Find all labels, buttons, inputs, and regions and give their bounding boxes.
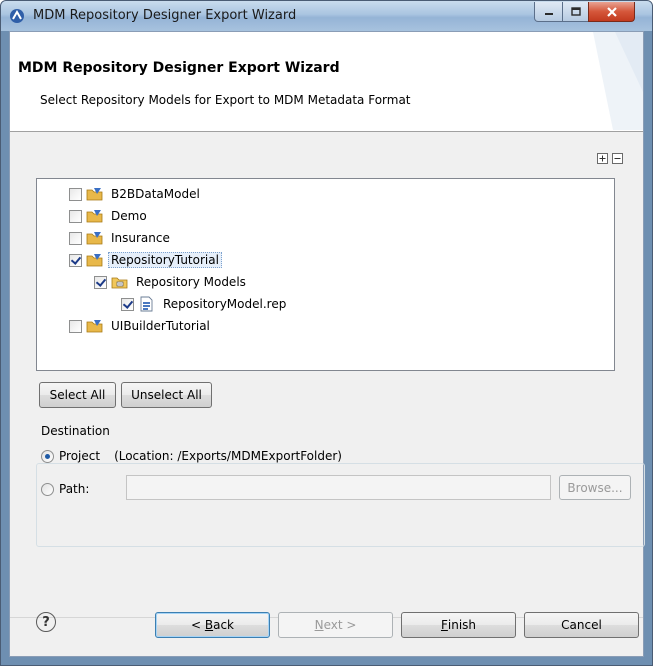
project-location: (Location: /Exports/MDMExportFolder) bbox=[114, 449, 342, 463]
tree-checkbox[interactable] bbox=[69, 209, 82, 223]
path-option[interactable]: Path: bbox=[41, 482, 89, 496]
next-button[interactable]: Next > bbox=[278, 612, 393, 638]
models-folder-icon bbox=[111, 277, 128, 289]
wizard-body: MDM Repository Designer Export Wizard Se… bbox=[9, 31, 645, 657]
tree-item-label: Repository Models bbox=[136, 275, 246, 289]
tree-item-demo[interactable]: Demo bbox=[69, 205, 150, 227]
back-rest: ack bbox=[213, 618, 234, 632]
project-radio[interactable] bbox=[41, 449, 54, 463]
tree-checkbox[interactable] bbox=[94, 275, 107, 289]
select-all-button[interactable]: Select All bbox=[39, 382, 116, 408]
wizard-banner: MDM Repository Designer Export Wizard Se… bbox=[10, 32, 643, 132]
back-button[interactable]: < Back bbox=[155, 612, 270, 638]
tree-item-repositorytutorial[interactable]: RepositoryTutorial bbox=[69, 249, 222, 271]
tree-checkbox[interactable] bbox=[69, 187, 82, 201]
tree-item-label: UIBuilderTutorial bbox=[111, 319, 210, 333]
help-button[interactable]: ? bbox=[36, 612, 56, 632]
minimize-icon bbox=[544, 12, 553, 15]
project-option[interactable]: Project (Location: /Exports/MDMExportFol… bbox=[41, 449, 342, 463]
project-radio-label: Project bbox=[59, 449, 101, 463]
wizard-window: MDM Repository Designer Export Wizard MD… bbox=[0, 0, 653, 666]
project-folder-icon bbox=[86, 188, 103, 201]
destination-label: Destination bbox=[38, 424, 113, 438]
tree-item-label: Demo bbox=[111, 209, 147, 223]
tree-item-repositorymodel-rep[interactable]: RepositoryModel.rep bbox=[121, 293, 289, 315]
project-folder-icon bbox=[86, 320, 103, 333]
tree-item-uibuildertutorial[interactable]: UIBuilderTutorial bbox=[69, 315, 213, 337]
tree-item-b2bdatamodel[interactable]: B2BDataModel bbox=[69, 183, 203, 205]
tree-item-label: B2BDataModel bbox=[111, 187, 200, 201]
tree-item-label: RepositoryTutorial bbox=[108, 252, 222, 268]
model-tree[interactable]: B2BDataModel Demo Insurance RepositoryTu… bbox=[36, 178, 615, 371]
minimize-button[interactable] bbox=[534, 2, 563, 22]
app-icon bbox=[10, 9, 24, 23]
banner-decoration-icon bbox=[593, 32, 643, 130]
expand-all-button[interactable] bbox=[597, 153, 608, 164]
tree-checkbox[interactable] bbox=[69, 231, 82, 245]
finish-mnemonic: F bbox=[440, 618, 448, 632]
path-radio[interactable] bbox=[41, 482, 54, 496]
tree-item-insurance[interactable]: Insurance bbox=[69, 227, 173, 249]
close-icon bbox=[606, 6, 617, 17]
tree-checkbox[interactable] bbox=[69, 319, 82, 333]
tree-item-repository-models[interactable]: Repository Models bbox=[94, 271, 249, 293]
maximize-button[interactable] bbox=[562, 2, 589, 22]
window-title: MDM Repository Designer Export Wizard bbox=[33, 8, 297, 23]
unselect-all-button[interactable]: Unselect All bbox=[121, 382, 212, 408]
cancel-button[interactable]: Cancel bbox=[524, 612, 639, 638]
repository-file-icon bbox=[140, 296, 153, 312]
next-mnemonic: N bbox=[314, 618, 324, 632]
maximize-icon bbox=[570, 7, 581, 16]
collapse-all-button[interactable] bbox=[612, 153, 623, 164]
path-input[interactable] bbox=[126, 475, 551, 500]
path-radio-label: Path: bbox=[59, 482, 90, 496]
plus-icon bbox=[599, 155, 606, 162]
tree-checkbox[interactable] bbox=[69, 253, 82, 267]
project-folder-icon bbox=[86, 210, 103, 223]
project-folder-icon bbox=[86, 232, 103, 245]
wizard-title: MDM Repository Designer Export Wizard bbox=[18, 60, 340, 76]
tree-item-label: Insurance bbox=[111, 231, 170, 245]
back-prefix: < bbox=[190, 618, 205, 632]
finish-button[interactable]: Finish bbox=[401, 612, 516, 638]
next-rest: ext > bbox=[323, 618, 357, 632]
wizard-description: Select Repository Models for Export to M… bbox=[40, 93, 411, 107]
tree-expand-controls bbox=[597, 153, 623, 164]
project-folder-icon bbox=[86, 254, 103, 267]
tree-item-label: RepositoryModel.rep bbox=[163, 297, 287, 311]
finish-rest: inish bbox=[447, 618, 477, 632]
close-button[interactable] bbox=[588, 2, 635, 22]
minus-icon bbox=[614, 158, 621, 159]
title-bar[interactable]: MDM Repository Designer Export Wizard bbox=[1, 1, 652, 31]
tree-checkbox[interactable] bbox=[121, 297, 134, 311]
browse-button[interactable]: Browse... bbox=[559, 475, 631, 500]
back-mnemonic: B bbox=[204, 618, 214, 632]
